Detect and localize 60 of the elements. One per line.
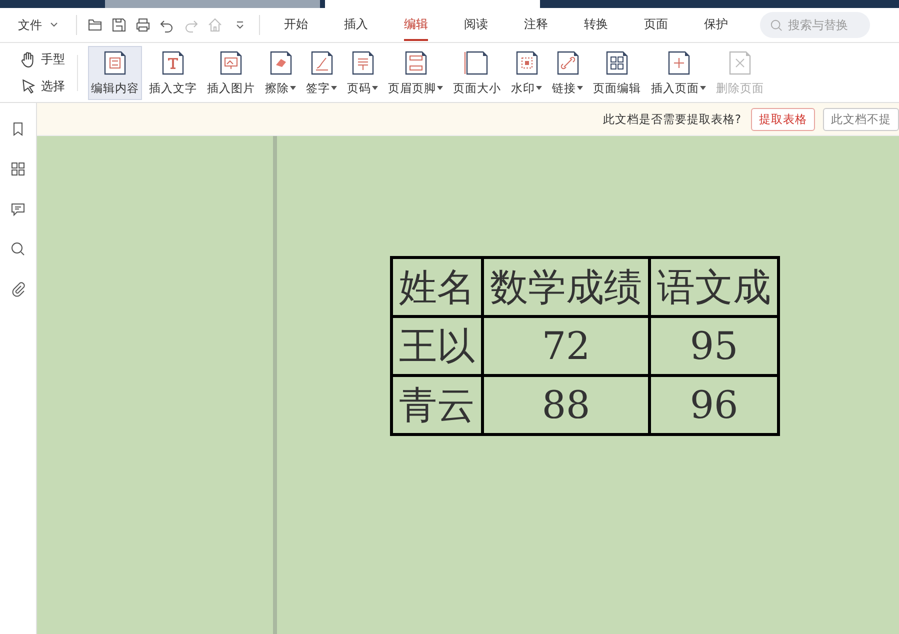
ribbon-tab[interactable]: 开始 xyxy=(284,10,308,40)
select-tool-button[interactable]: 选择 xyxy=(20,78,65,94)
ribbon-tab[interactable]: 注释 xyxy=(524,10,548,40)
more-icon[interactable] xyxy=(235,20,245,30)
folder-icon[interactable] xyxy=(87,17,103,33)
table-cell: 青云 xyxy=(392,376,482,434)
chevron-icon xyxy=(50,22,58,28)
toolbar-button[interactable]: 插入文字 xyxy=(146,46,200,100)
ribbon-tab[interactable]: 保护 xyxy=(704,10,728,40)
table-cell: 95 xyxy=(650,316,778,376)
table-cell: 王以 xyxy=(392,316,482,376)
search-field[interactable]: 搜索与替换 xyxy=(760,12,870,38)
toolbar-button[interactable]: 编辑内容 xyxy=(88,46,142,100)
toolbar-button[interactable]: 插入图片 xyxy=(204,46,258,100)
table-cell: 72 xyxy=(482,316,650,376)
toolbar-button[interactable]: 插入页面 xyxy=(648,46,709,100)
ribbon-tab[interactable]: 页面 xyxy=(644,10,668,40)
header-footer-icon xyxy=(402,50,428,76)
save-icon[interactable] xyxy=(111,17,127,33)
pointer-icon xyxy=(20,78,37,94)
file-menu[interactable]: 文件 xyxy=(18,16,58,34)
dismiss-button[interactable]: 此文档不提 xyxy=(823,108,899,130)
search-icon[interactable] xyxy=(10,241,26,257)
toolbar-button[interactable]: 页码 xyxy=(344,46,381,100)
cross-icon xyxy=(727,50,753,76)
ribbon-tab[interactable]: 编辑 xyxy=(404,10,428,40)
ribbon-tab[interactable]: 插入 xyxy=(344,10,368,40)
frame-icon xyxy=(102,50,128,76)
lines-icon xyxy=(350,50,376,76)
paperclip-icon[interactable] xyxy=(10,281,26,297)
hand-tool-button[interactable]: 手型 xyxy=(20,50,65,68)
toolbar-button[interactable]: 页眉页脚 xyxy=(385,46,446,100)
toolbar-button[interactable]: 页面编辑 xyxy=(590,46,644,100)
toolbar-button[interactable]: 签字 xyxy=(303,46,340,100)
link-icon xyxy=(554,50,580,76)
watermark-icon xyxy=(514,50,540,76)
comment-icon[interactable] xyxy=(10,201,26,217)
toolbar-button[interactable]: 擦除 xyxy=(262,46,299,100)
toolbar-button[interactable]: 链接 xyxy=(549,46,586,100)
eraser-icon xyxy=(268,50,294,76)
ribbon-tab[interactable]: 转换 xyxy=(584,10,608,40)
pen-icon xyxy=(308,50,334,76)
notice-text: 此文档是否需要提取表格? xyxy=(602,112,741,126)
grid-icon xyxy=(604,50,630,76)
search-icon xyxy=(770,19,783,32)
extract-table-button[interactable]: 提取表格 xyxy=(751,108,815,130)
page-size-icon xyxy=(464,50,490,76)
table-cell: 数学成绩 xyxy=(482,258,650,316)
ribbon-tab[interactable]: 阅读 xyxy=(464,10,488,40)
table-cell: 96 xyxy=(650,376,778,434)
print-icon[interactable] xyxy=(135,17,151,33)
table-cell: 88 xyxy=(482,376,650,434)
image-icon xyxy=(218,50,244,76)
toolbar-button[interactable]: 水印 xyxy=(508,46,545,100)
plus-icon xyxy=(666,50,692,76)
toolbar-button[interactable]: 页面大小 xyxy=(450,46,504,100)
table-cell: 姓名 xyxy=(392,258,482,316)
text-icon xyxy=(160,50,186,76)
table-cell: 语文成 xyxy=(650,258,778,316)
grid-icon[interactable] xyxy=(10,161,26,177)
